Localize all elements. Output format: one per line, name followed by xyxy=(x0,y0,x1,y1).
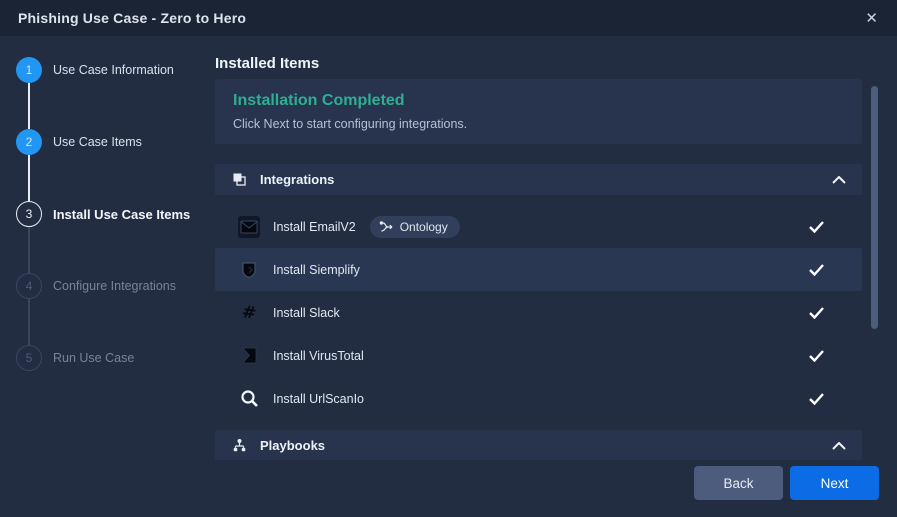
list-item-label: Install EmailV2 xyxy=(273,220,356,234)
wizard-dialog: Phishing Use Case - Zero to Hero ✕ 1 Use… xyxy=(0,0,897,517)
step-label: Configure Integrations xyxy=(53,279,176,293)
list-item-install-siemplify[interactable]: Install Siemplify xyxy=(215,248,862,291)
playbooks-icon xyxy=(231,438,247,454)
back-button[interactable]: Back xyxy=(694,466,783,500)
step-number-badge: 1 xyxy=(16,57,42,83)
step-number-badge: 5 xyxy=(16,345,42,371)
step-number-badge: 2 xyxy=(16,129,42,155)
check-icon xyxy=(809,221,824,233)
page-title: Installed Items xyxy=(215,55,862,72)
step-number-badge: 4 xyxy=(16,273,42,299)
integrations-item-list: Install EmailV2 Ontology xyxy=(215,205,862,420)
step-install-use-case-items[interactable]: 3 Install Use Case Items xyxy=(16,201,190,227)
section-header-integrations[interactable]: Integrations xyxy=(215,164,862,195)
list-item-install-slack[interactable]: # Install Slack xyxy=(215,291,862,334)
chevron-up-icon[interactable] xyxy=(832,176,846,184)
dialog-titlebar: Phishing Use Case - Zero to Hero ✕ xyxy=(0,0,897,36)
list-item-label: Install UrlScanIo xyxy=(273,392,364,406)
dialog-footer: Back Next xyxy=(215,460,897,517)
vertical-scrollbar[interactable] xyxy=(871,86,878,329)
check-icon xyxy=(809,264,824,276)
integrations-icon xyxy=(231,172,247,188)
installation-status-banner: Installation Completed Click Next to sta… xyxy=(215,79,862,144)
step-run-use-case[interactable]: 5 Run Use Case xyxy=(16,345,134,371)
step-use-case-information[interactable]: 1 Use Case Information xyxy=(16,57,174,83)
step-configure-integrations[interactable]: 4 Configure Integrations xyxy=(16,273,176,299)
dialog-title: Phishing Use Case - Zero to Hero xyxy=(18,10,246,26)
stepper-connector xyxy=(28,155,30,201)
slack-hash-icon: # xyxy=(238,302,260,324)
section-header-playbooks[interactable]: Playbooks xyxy=(215,430,862,460)
virustotal-icon xyxy=(238,345,260,367)
stepper-connector xyxy=(28,83,30,129)
check-icon xyxy=(809,393,824,405)
ontology-badge: Ontology xyxy=(370,216,460,238)
list-item-install-emailv2[interactable]: Install EmailV2 Ontology xyxy=(215,205,862,248)
envelope-icon xyxy=(238,216,260,238)
installed-items-panel: Installed Items Installation Completed C… xyxy=(215,36,897,460)
close-icon[interactable]: ✕ xyxy=(865,11,878,26)
step-number-badge: 3 xyxy=(16,201,42,227)
wizard-stepper: 1 Use Case Information 2 Use Case Items … xyxy=(0,36,215,517)
step-label: Use Case Items xyxy=(53,135,142,149)
banner-subtitle: Click Next to start configuring integrat… xyxy=(233,117,844,131)
section-label: Integrations xyxy=(260,172,334,187)
ontology-branch-icon xyxy=(379,220,394,233)
chevron-up-icon[interactable] xyxy=(832,442,846,450)
badge-label: Ontology xyxy=(400,220,448,234)
main-column: Installed Items Installation Completed C… xyxy=(215,36,897,517)
list-item-install-virustotal[interactable]: Install VirusTotal xyxy=(215,334,862,377)
magnifier-icon xyxy=(238,388,260,410)
check-icon xyxy=(809,307,824,319)
siemplify-shield-icon xyxy=(238,259,260,281)
list-item-label: Install VirusTotal xyxy=(273,349,364,363)
list-item-install-urlscanio[interactable]: Install UrlScanIo xyxy=(215,377,862,420)
step-label: Install Use Case Items xyxy=(53,207,190,222)
stepper-connector xyxy=(28,227,30,273)
list-item-label: Install Slack xyxy=(273,306,340,320)
step-label: Use Case Information xyxy=(53,63,174,77)
section-label: Playbooks xyxy=(260,438,325,453)
step-label: Run Use Case xyxy=(53,351,134,365)
dialog-body: 1 Use Case Information 2 Use Case Items … xyxy=(0,36,897,517)
banner-title: Installation Completed xyxy=(233,91,844,110)
next-button[interactable]: Next xyxy=(790,466,879,500)
step-use-case-items[interactable]: 2 Use Case Items xyxy=(16,129,142,155)
check-icon xyxy=(809,350,824,362)
list-item-label: Install Siemplify xyxy=(273,263,360,277)
stepper-connector xyxy=(28,299,30,345)
